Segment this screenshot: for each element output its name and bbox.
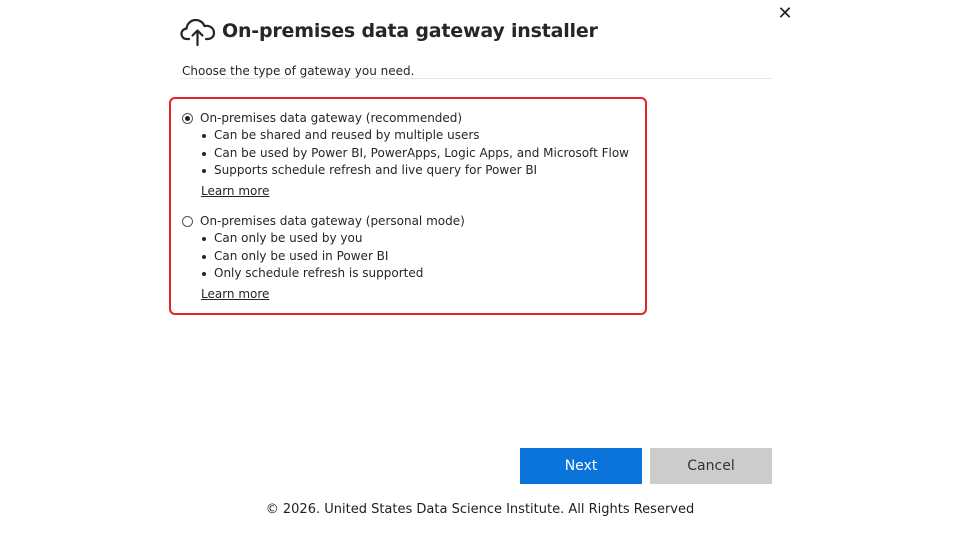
radio-recommended[interactable]: [182, 112, 193, 124]
learn-more-link[interactable]: Learn more: [201, 287, 269, 301]
feature-list: Can only be used by you Can only be used…: [182, 230, 465, 283]
option-header[interactable]: On-premises data gateway (personal mode): [182, 212, 465, 230]
option-label: On-premises data gateway (recommended): [200, 111, 463, 125]
radio-personal[interactable]: [182, 215, 193, 227]
installer-dialog: On-premises data gateway installer ✕ Cho…: [0, 0, 960, 540]
gateway-option-personal: On-premises data gateway (personal mode)…: [182, 212, 465, 302]
list-item: Can be used by Power BI, PowerApps, Logi…: [201, 145, 629, 163]
divider: [180, 78, 772, 79]
feature-list: Can be shared and reused by multiple use…: [182, 127, 629, 180]
next-button[interactable]: Next: [520, 448, 642, 484]
instruction-text: Choose the type of gateway you need.: [182, 64, 415, 78]
cloud-upload-icon: [180, 18, 216, 47]
list-item: Can only be used by you: [201, 230, 465, 248]
copyright-footer: © 2026. United States Data Science Insti…: [265, 502, 695, 517]
list-item: Can only be used in Power BI: [201, 248, 465, 266]
list-item: Can be shared and reused by multiple use…: [201, 127, 629, 145]
cancel-button[interactable]: Cancel: [650, 448, 772, 484]
gateway-option-recommended: On-premises data gateway (recommended) C…: [182, 109, 629, 199]
dialog-title: On-premises data gateway installer: [222, 20, 598, 42]
option-label: On-premises data gateway (personal mode): [200, 214, 465, 228]
learn-more-link[interactable]: Learn more: [201, 184, 269, 198]
list-item: Supports schedule refresh and live query…: [201, 162, 629, 180]
title-bar: On-premises data gateway installer: [180, 14, 598, 48]
close-icon[interactable]: ✕: [775, 4, 795, 24]
list-item: Only schedule refresh is supported: [201, 265, 465, 283]
option-header[interactable]: On-premises data gateway (recommended): [182, 109, 629, 127]
